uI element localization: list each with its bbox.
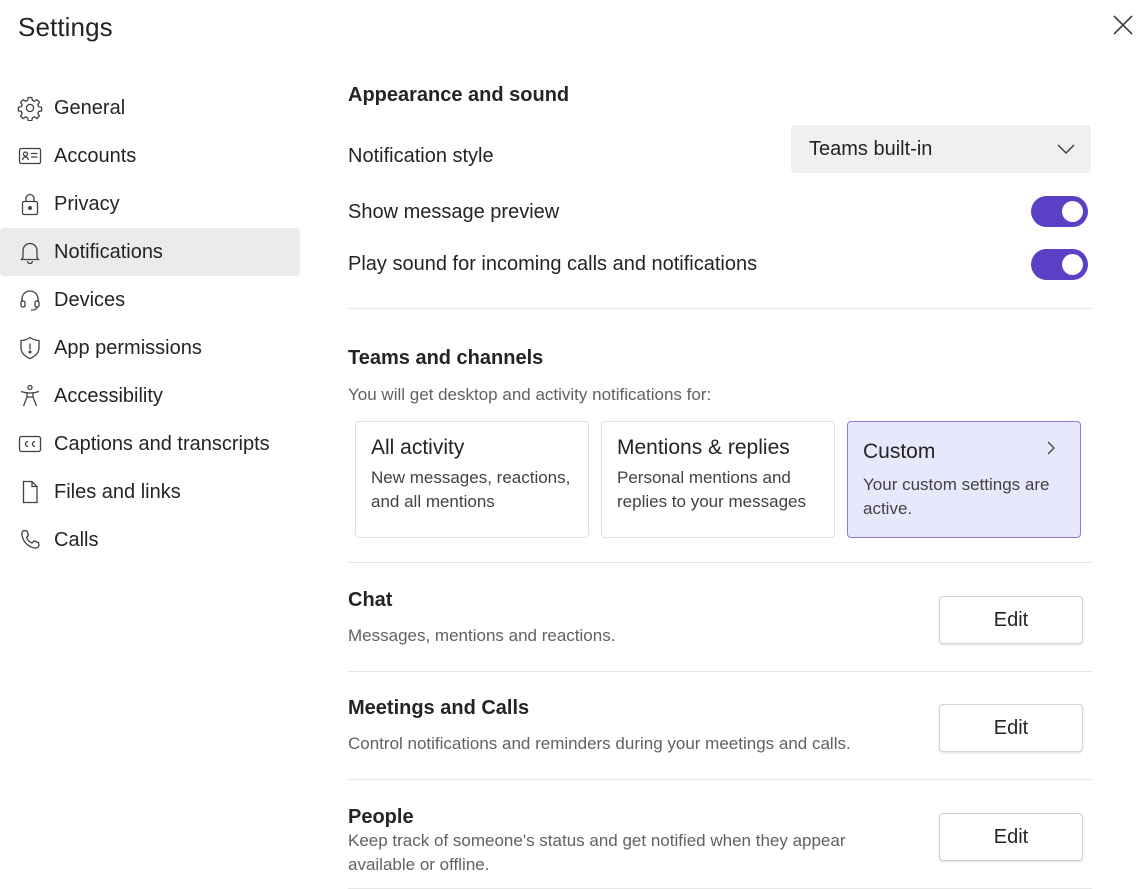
chat-edit-button[interactable]: Edit [939, 596, 1083, 644]
option-card-desc-line: replies to your messages [617, 492, 806, 511]
chat-section-title: Chat [348, 589, 393, 611]
play-sound-label: Play sound for incoming calls and notifi… [348, 253, 758, 275]
people-description-line: Keep track of someone's status and get n… [348, 831, 846, 850]
people-section-title: People [348, 806, 414, 828]
sidebar-item-label: Accessibility [54, 384, 163, 407]
close-icon [1110, 15, 1136, 42]
sidebar-item-label: General [54, 96, 126, 119]
option-card-mentions-replies[interactable]: Mentions & replies Personal mentions and… [601, 421, 835, 538]
sidebar-item-label: Privacy [54, 192, 120, 215]
sidebar-item-accounts[interactable]: Accounts [0, 132, 300, 180]
gear-icon [16, 94, 44, 122]
meetings-description: Control notifications and reminders duri… [348, 734, 851, 753]
chevron-right-icon [1044, 440, 1058, 456]
sidebar-item-label: Captions and transcripts [54, 432, 270, 455]
close-button[interactable] [1110, 12, 1136, 38]
option-card-desc-line: Your custom settings are [863, 475, 1050, 494]
option-card-desc-line: New messages, reactions, [371, 468, 571, 487]
phone-icon [16, 526, 44, 554]
lock-icon [16, 190, 44, 218]
sidebar-item-privacy[interactable]: Privacy [0, 180, 300, 228]
show-preview-label: Show message preview [348, 201, 560, 223]
sidebar-item-label: Devices [54, 288, 126, 311]
document-icon [16, 478, 44, 506]
option-card-title: All activity [371, 436, 465, 459]
play-sound-toggle[interactable] [1031, 249, 1088, 280]
sidebar-item-files-and-links[interactable]: Files and links [0, 468, 300, 516]
sidebar-item-label: Accounts [54, 144, 137, 167]
sidebar-item-devices[interactable]: Devices [0, 276, 300, 324]
option-card-custom[interactable]: Custom Your custom settings are active. [847, 421, 1081, 538]
chevron-down-icon [1055, 138, 1077, 160]
divider [348, 779, 1092, 780]
divider [348, 308, 1092, 309]
sidebar-item-label: Files and links [54, 480, 181, 503]
notification-style-dropdown[interactable]: Teams built-in [791, 125, 1091, 173]
option-card-desc-line: Personal mentions and [617, 468, 791, 487]
option-card-title: Custom [863, 440, 936, 463]
meetings-section-title: Meetings and Calls [348, 697, 530, 719]
sidebar-item-calls[interactable]: Calls [0, 516, 300, 564]
chat-description: Messages, mentions and reactions. [348, 626, 616, 645]
closed-captions-icon [16, 430, 44, 458]
sidebar-item-general[interactable]: General [0, 84, 300, 132]
option-card-title: Mentions & replies [617, 436, 790, 459]
sidebar-item-app-permissions[interactable]: App permissions [0, 324, 300, 372]
show-preview-toggle[interactable] [1031, 196, 1088, 227]
divider [348, 671, 1092, 672]
id-card-icon [16, 142, 44, 170]
sidebar-item-captions[interactable]: Captions and transcripts [0, 420, 300, 468]
appearance-section-title: Appearance and sound [348, 84, 570, 106]
toggle-knob [1062, 201, 1083, 222]
divider [348, 562, 1092, 563]
shield-icon [16, 334, 44, 362]
sidebar-item-notifications[interactable]: Notifications [0, 228, 300, 276]
people-description-line: available or offline. [348, 855, 490, 874]
option-card-desc-line: active. [863, 499, 913, 518]
bell-icon [16, 238, 44, 266]
sidebar-item-label: Notifications [54, 240, 163, 263]
option-card-desc-line: and all mentions [371, 492, 495, 511]
notification-style-value: Teams built-in [809, 137, 933, 160]
headset-icon [16, 286, 44, 314]
toggle-knob [1062, 254, 1083, 275]
teams-channels-section-title: Teams and channels [348, 347, 544, 369]
sidebar: General Accounts Privacy Notifications D… [0, 84, 300, 564]
meetings-edit-button[interactable]: Edit [939, 704, 1083, 752]
sidebar-item-label: App permissions [54, 336, 202, 359]
notification-style-label: Notification style [348, 145, 494, 167]
settings-window: Settings General Accounts Privacy Notifi… [0, 0, 1143, 889]
option-card-all-activity[interactable]: All activity New messages, reactions, an… [355, 421, 589, 538]
accessibility-icon [16, 382, 44, 410]
people-edit-button[interactable]: Edit [939, 813, 1083, 861]
page-title: Settings [18, 12, 113, 42]
sidebar-item-label: Calls [54, 528, 99, 551]
sidebar-item-accessibility[interactable]: Accessibility [0, 372, 300, 420]
teams-channels-subtitle: You will get desktop and activity notifi… [348, 385, 712, 404]
